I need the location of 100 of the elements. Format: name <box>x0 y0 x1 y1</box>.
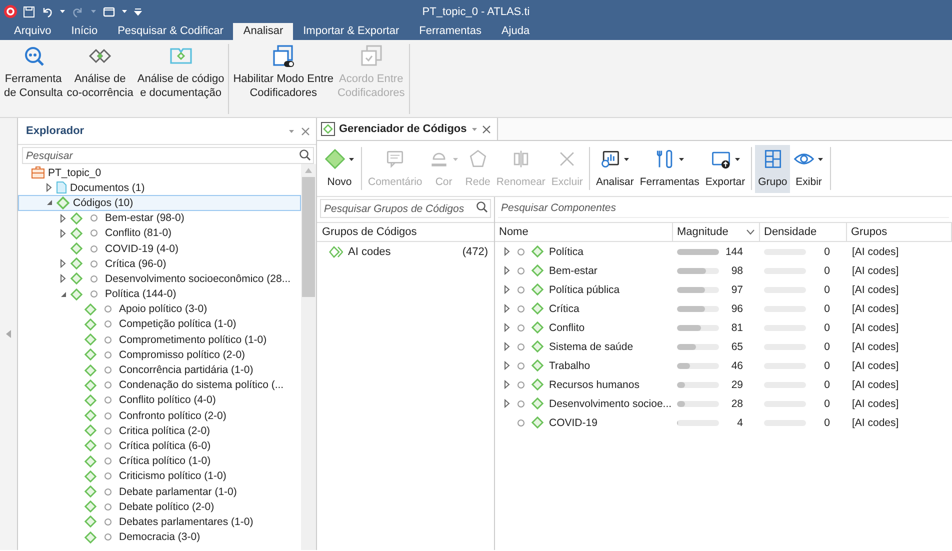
tree-item[interactable]: Competição política (1-0) <box>18 316 301 332</box>
app-logo-icon[interactable] <box>4 5 17 18</box>
tree-item[interactable]: Criticismo político (1-0) <box>18 468 301 484</box>
close-icon[interactable] <box>482 124 491 134</box>
expand-arrow-icon[interactable] <box>503 380 511 389</box>
code-diamond-icon <box>70 257 83 270</box>
table-cell[interactable]: Política <box>549 246 584 258</box>
expand-arrow-icon[interactable] <box>59 259 67 268</box>
toolbar-button[interactable]: Ferramentas <box>636 145 702 193</box>
tree-item[interactable]: Debates parlamentares (1-0) <box>18 514 301 530</box>
tree-item[interactable]: Desenvolvimento socioeconômico (28... <box>18 271 301 286</box>
code-diamond-icon <box>84 424 97 438</box>
toolbar-button[interactable]: Exibir <box>790 145 828 193</box>
tree-item[interactable]: Concorrência partidária (1-0) <box>18 362 301 378</box>
table-cell[interactable]: Política pública <box>549 284 620 296</box>
column-header[interactable]: Nome <box>495 223 673 241</box>
tree-item[interactable]: Política (144-0) <box>18 286 301 302</box>
tree-item[interactable]: Documentos (1) <box>18 180 301 196</box>
expand-arrow-icon[interactable] <box>503 266 511 275</box>
toolbar-button[interactable]: Exportar <box>702 145 748 193</box>
search-field[interactable]: Pesquisar Grupos de Códigos <box>320 199 491 218</box>
expand-arrow-icon[interactable] <box>59 214 67 223</box>
expand-arrow-icon[interactable] <box>503 342 511 351</box>
window-icon[interactable] <box>103 6 115 18</box>
table-cell[interactable]: Trabalho <box>549 360 590 372</box>
circle-icon <box>517 286 525 294</box>
toolbar-button[interactable]: Novo <box>321 145 358 193</box>
table-cell-text: [AI codes] <box>851 284 900 296</box>
redo-icon[interactable] <box>72 6 84 18</box>
expand-arrow-icon[interactable] <box>59 274 67 284</box>
tree-item[interactable]: Debate político (2-0) <box>18 499 301 514</box>
table-cell[interactable]: Crítica <box>549 302 580 314</box>
tree-item[interactable]: Crítica política (6-0) <box>18 438 301 454</box>
menu-tab[interactable]: Pesquisar & Codificar <box>108 23 234 40</box>
table-cell-text: [AI codes] <box>851 246 900 258</box>
tree-item[interactable]: Conflito (81-0) <box>18 226 301 241</box>
circle-icon <box>90 260 98 268</box>
tree-item[interactable]: Confronto político (2-0) <box>18 408 301 424</box>
tree-item[interactable]: COVID-19 (4-0) <box>18 240 301 256</box>
toolbar-button[interactable]: Grupo <box>755 145 790 193</box>
expand-arrow-icon[interactable] <box>503 285 511 294</box>
circle-icon <box>517 400 525 408</box>
tree-item[interactable]: Comprometimento político (1-0) <box>18 332 301 348</box>
save-icon[interactable] <box>23 6 35 18</box>
menu-tab[interactable]: Analisar <box>233 23 294 40</box>
column-header[interactable]: Densidade <box>760 223 847 241</box>
code-group-icon <box>329 246 343 258</box>
tree-item[interactable]: PT_topic_0 <box>18 165 301 180</box>
table-cell[interactable]: Sistema de saúde <box>549 340 634 352</box>
ribbon-button[interactable]: Análise de co-ocorrência <box>64 44 136 114</box>
menu-tab[interactable]: Ajuda <box>491 23 540 40</box>
undo-icon[interactable] <box>41 6 53 18</box>
table-cell[interactable]: Conflito <box>549 322 585 334</box>
expand-arrow-icon[interactable] <box>45 183 53 192</box>
table-cell[interactable]: COVID-19 <box>549 416 598 428</box>
menu-tab[interactable]: Arquivo <box>4 23 62 40</box>
tree-item[interactable]: Códigos (10) <box>18 195 301 211</box>
expand-arrow-icon[interactable] <box>503 323 511 332</box>
tree-item[interactable]: Compromisso político (2-0) <box>18 347 301 362</box>
menu-tab[interactable]: Importar & Exportar <box>293 23 410 40</box>
tree-item[interactable]: Critica política (2-0) <box>18 423 301 438</box>
column-header[interactable]: Magnitude <box>673 223 760 241</box>
column-header[interactable]: Grupos <box>847 223 952 241</box>
table-cell[interactable]: Recursos humanos <box>549 378 640 390</box>
ribbon-button[interactable]: Análise de código e documentação <box>135 44 226 114</box>
customize-icon[interactable] <box>134 8 142 16</box>
table-cell-text: [AI codes] <box>851 322 900 334</box>
ribbon-button[interactable]: Habilitar Modo Entre Codificadores <box>231 44 336 114</box>
tree-item[interactable]: Apoio político (3-0) <box>18 302 301 317</box>
expand-arrow-icon[interactable] <box>503 361 511 370</box>
expand-arrow-icon[interactable] <box>503 247 511 256</box>
expand-arrow-icon[interactable] <box>503 304 511 313</box>
tree-item[interactable]: Debate parlamentar (1-0) <box>18 484 301 500</box>
code-group-item[interactable]: AI codes (472) <box>317 242 494 261</box>
table-cell[interactable]: Desenvolvimento socioe... <box>549 398 672 410</box>
tree-item[interactable]: Crítica (96-0) <box>18 256 301 272</box>
toolbar-button[interactable]: Analisar <box>592 145 637 193</box>
caret-icon <box>678 156 686 162</box>
scrollbar[interactable] <box>301 164 316 550</box>
menu-tab[interactable]: Início <box>61 23 108 40</box>
search-field[interactable]: Pesquisar <box>22 147 314 164</box>
collapse-arrow-icon[interactable] <box>59 290 67 299</box>
tree-item[interactable]: Condenação do sistema político (... <box>18 378 301 393</box>
close-icon[interactable] <box>301 126 310 136</box>
tree-item[interactable]: Bem-estar (98-0) <box>18 210 301 226</box>
collapse-arrow-icon[interactable] <box>45 198 53 208</box>
expand-arrow-icon[interactable] <box>59 228 67 238</box>
ribbon-button[interactable]: Ferramenta de Consulta <box>2 44 65 114</box>
tree-item[interactable]: Crítica político (1-0) <box>18 454 301 469</box>
tree-item[interactable]: Conflito político (4-0) <box>18 392 301 408</box>
menu-tab[interactable]: Ferramentas <box>409 23 492 40</box>
tree-item[interactable]: Democracia (3-0) <box>18 530 301 545</box>
caret-icon <box>734 156 741 162</box>
table-cell[interactable]: Bem-estar <box>549 264 598 276</box>
expand-arrow-icon[interactable] <box>503 399 511 408</box>
column-header[interactable]: Grupos de Códigos <box>322 226 417 238</box>
circle-icon <box>104 533 112 542</box>
circle-icon <box>104 472 112 480</box>
window-title: PT_topic_0 - ATLAS.ti <box>422 6 530 18</box>
document-tab[interactable]: Gerenciador de Códigos <box>317 118 498 140</box>
